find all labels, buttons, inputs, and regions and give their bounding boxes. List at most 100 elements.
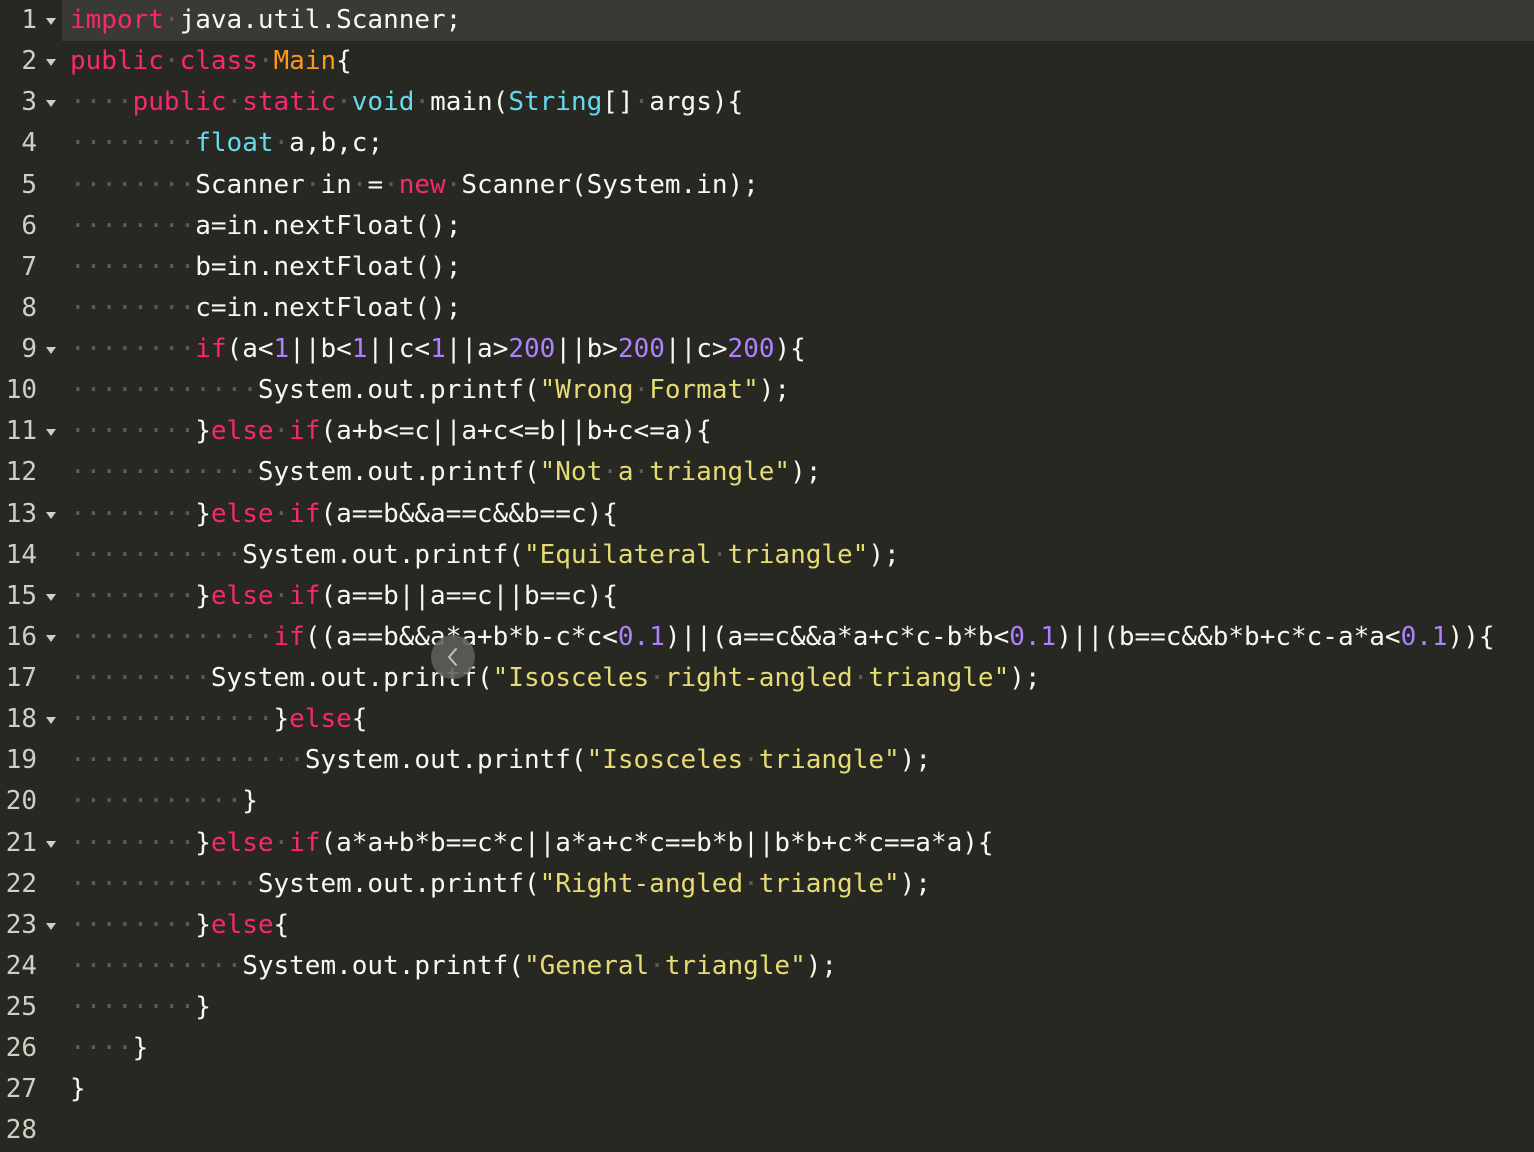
gutter-cell[interactable]: 15 bbox=[0, 576, 62, 617]
fold-arrow-icon[interactable] bbox=[46, 593, 56, 601]
gutter-cell[interactable]: 10 bbox=[0, 370, 62, 411]
code-line[interactable]: 24 ···········System.out.printf("General·… bbox=[0, 946, 1534, 987]
gutter-cell[interactable]: 25 bbox=[0, 987, 62, 1028]
fold-arrow-icon[interactable] bbox=[46, 840, 56, 848]
gutter-cell[interactable]: 4 bbox=[0, 123, 62, 164]
gutter-cell[interactable]: 19 bbox=[0, 740, 62, 781]
code-line[interactable]: 20 ···········} bbox=[0, 781, 1534, 822]
code-line[interactable]: 1 import·java.util.Scanner; bbox=[0, 0, 1534, 42]
code-line[interactable]: 5 ········Scanner·in·=·new·Scanner(System… bbox=[0, 165, 1534, 206]
code-line[interactable]: 28 bbox=[0, 1110, 1534, 1151]
code-line[interactable]: 15 ········}else·if(a==b||a==c||b==c){ bbox=[0, 576, 1534, 617]
fold-arrow-icon[interactable] bbox=[46, 922, 56, 930]
code-line[interactable]: 26 ····} bbox=[0, 1028, 1534, 1069]
gutter-cell[interactable]: 26 bbox=[0, 1028, 62, 1069]
code-line[interactable]: 3 ····public·static·void·main(String[]·ar… bbox=[0, 82, 1534, 123]
gutter-cell[interactable]: 5 bbox=[0, 165, 62, 206]
gutter-cell[interactable]: 17 bbox=[0, 658, 62, 699]
line-content[interactable]: ···········} bbox=[62, 781, 1534, 822]
line-content[interactable]: ········float·a,b,c; bbox=[62, 123, 1534, 164]
collapse-panel-button[interactable] bbox=[431, 635, 475, 679]
fold-arrow-icon[interactable] bbox=[46, 634, 56, 642]
line-content[interactable]: import·java.util.Scanner; bbox=[62, 0, 1534, 42]
code-line[interactable]: 8 ········c=in.nextFloat(); bbox=[0, 288, 1534, 329]
fold-arrow-icon[interactable] bbox=[46, 347, 56, 354]
line-content[interactable]: ············System.out.printf("Wrong·For… bbox=[62, 370, 1534, 411]
fold-arrow-icon[interactable] bbox=[46, 18, 56, 25]
code-line[interactable]: 11 ········}else·if(a+b<=c||a+c<=b||b+c<=… bbox=[0, 411, 1534, 452]
code-editor[interactable]: 1 import·java.util.Scanner; 2 public·class·… bbox=[0, 0, 1534, 1152]
gutter-cell[interactable]: 13 bbox=[0, 494, 62, 535]
line-content[interactable] bbox=[62, 1110, 1534, 1151]
gutter-cell[interactable]: 7 bbox=[0, 247, 62, 288]
gutter-cell[interactable]: 16 bbox=[0, 617, 62, 658]
gutter-cell[interactable]: 12 bbox=[0, 452, 62, 493]
line-content[interactable]: ········b=in.nextFloat(); bbox=[62, 247, 1534, 288]
gutter-cell[interactable]: 23 bbox=[0, 905, 62, 946]
line-content[interactable]: ····} bbox=[62, 1028, 1534, 1069]
line-content[interactable]: ········if(a<1||b<1||c<1||a>200||b>200||… bbox=[62, 329, 1534, 370]
line-content[interactable]: ············System.out.printf("Not·a·tri… bbox=[62, 452, 1534, 493]
code-text-token: System.out.printf( bbox=[257, 375, 540, 406]
code-text-token: } bbox=[70, 1074, 86, 1105]
gutter-cell[interactable]: 3 bbox=[0, 82, 62, 123]
code-line[interactable]: 7 ········b=in.nextFloat(); bbox=[0, 247, 1534, 288]
gutter-cell[interactable]: 14 bbox=[0, 535, 62, 576]
code-line[interactable]: 18 ·············}else{ bbox=[0, 699, 1534, 740]
line-content[interactable]: ····public·static·void·main(String[]·arg… bbox=[62, 82, 1534, 123]
gutter-cell[interactable]: 11 bbox=[0, 411, 62, 452]
gutter-cell[interactable]: 20 bbox=[0, 781, 62, 822]
line-content[interactable]: ········a=in.nextFloat(); bbox=[62, 206, 1534, 247]
line-content[interactable]: ········c=in.nextFloat(); bbox=[62, 288, 1534, 329]
fold-arrow-icon[interactable] bbox=[46, 59, 56, 67]
line-content[interactable]: ········} bbox=[62, 987, 1534, 1028]
gutter-cell[interactable]: 6 bbox=[0, 206, 62, 247]
line-content[interactable]: ·········System.out.printf("Isosceles·ri… bbox=[62, 658, 1534, 699]
gutter-cell[interactable]: 27 bbox=[0, 1069, 62, 1110]
line-content[interactable]: ········}else·if(a*a+b*b==c*c||a*a+c*c==… bbox=[62, 823, 1534, 864]
line-content[interactable]: ·············if((a==b&&a*a+b*b-c*c<0.1)|… bbox=[62, 617, 1534, 658]
gutter-cell[interactable]: 9 bbox=[0, 329, 62, 370]
fold-arrow-icon[interactable] bbox=[46, 511, 56, 519]
line-content[interactable]: ········}else·if(a+b<=c||a+c<=b||b+c<=a)… bbox=[62, 411, 1534, 452]
gutter-cell[interactable]: 8 bbox=[0, 288, 62, 329]
line-content[interactable]: ········}else·if(a==b&&a==c&&b==c){ bbox=[62, 494, 1534, 535]
code-line[interactable]: 4 ········float·a,b,c; bbox=[0, 123, 1534, 164]
line-content[interactable]: ········}else·if(a==b||a==c||b==c){ bbox=[62, 576, 1534, 617]
line-content[interactable]: ···········System.out.printf("Equilatera… bbox=[62, 535, 1534, 576]
fold-arrow-icon[interactable] bbox=[46, 717, 56, 725]
line-content[interactable]: ········Scanner·in·=·new·Scanner(System.… bbox=[62, 165, 1534, 206]
code-line[interactable]: 6 ········a=in.nextFloat(); bbox=[0, 206, 1534, 247]
gutter-cell[interactable]: 21 bbox=[0, 823, 62, 864]
line-content[interactable]: ·············}else{ bbox=[62, 699, 1534, 740]
code-line[interactable]: 2 public·class·Main{ bbox=[0, 41, 1534, 82]
gutter-cell[interactable]: 24 bbox=[0, 946, 62, 987]
gutter-cell[interactable]: 28 bbox=[0, 1110, 62, 1151]
code-line[interactable]: 9 ········if(a<1||b<1||c<1||a>200||b>200|… bbox=[0, 329, 1534, 370]
line-content[interactable]: ···············System.out.printf("Isosce… bbox=[62, 740, 1534, 781]
code-line[interactable]: 21 ········}else·if(a*a+b*b==c*c||a*a+c*c… bbox=[0, 823, 1534, 864]
gutter-cell[interactable]: 18 bbox=[0, 699, 62, 740]
line-content[interactable]: ············System.out.printf("Right-ang… bbox=[62, 864, 1534, 905]
code-line[interactable]: 10 ············System.out.printf("Wrong·F… bbox=[0, 370, 1534, 411]
code-line[interactable]: 23 ········}else{ bbox=[0, 905, 1534, 946]
code-line[interactable]: 25 ········} bbox=[0, 987, 1534, 1028]
code-line[interactable]: 12 ············System.out.printf("Not·a·t… bbox=[0, 452, 1534, 493]
code-line[interactable]: 17 ·········System.out.printf("Isosceles·… bbox=[0, 658, 1534, 699]
code-line[interactable]: 27} bbox=[0, 1069, 1534, 1110]
code-line[interactable]: 13 ········}else·if(a==b&&a==c&&b==c){ bbox=[0, 494, 1534, 535]
gutter-cell[interactable]: 1 bbox=[0, 0, 62, 41]
code-line[interactable]: 14 ···········System.out.printf("Equilate… bbox=[0, 535, 1534, 576]
line-content[interactable]: } bbox=[62, 1069, 1534, 1110]
gutter-cell[interactable]: 22 bbox=[0, 864, 62, 905]
gutter-cell[interactable]: 2 bbox=[0, 41, 62, 82]
code-line[interactable]: 19 ···············System.out.printf("Isos… bbox=[0, 740, 1534, 781]
line-content[interactable]: ···········System.out.printf("General·tr… bbox=[62, 946, 1534, 987]
code-line[interactable]: 16 ·············if((a==b&&a*a+b*b-c*c<0.1… bbox=[0, 617, 1534, 658]
code-line[interactable]: 22 ············System.out.printf("Right-a… bbox=[0, 864, 1534, 905]
line-content[interactable]: ········}else{ bbox=[62, 905, 1534, 946]
line-content[interactable]: public·class·Main{ bbox=[62, 41, 1534, 82]
fold-arrow-icon[interactable] bbox=[46, 100, 56, 108]
code-text-token: )||(a==c&&a*a+c*c-b*b< bbox=[664, 621, 1010, 652]
fold-arrow-icon[interactable] bbox=[46, 429, 56, 437]
